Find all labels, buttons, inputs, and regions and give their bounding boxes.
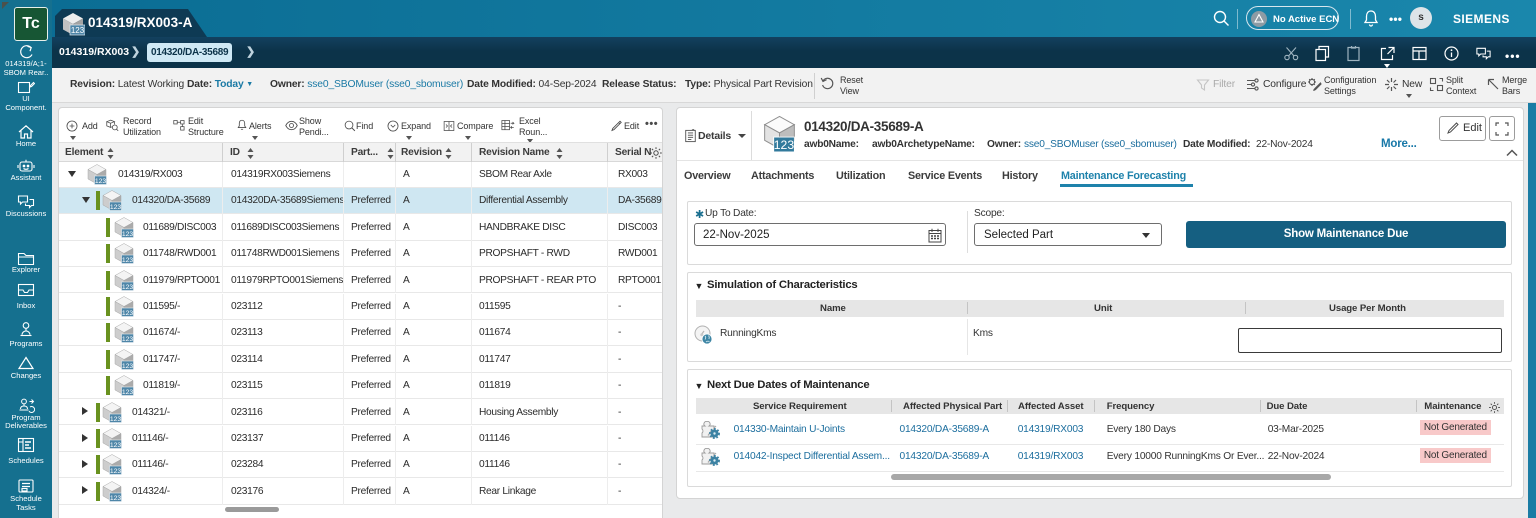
svg-text:123: 123 bbox=[774, 138, 795, 152]
svg-text:123: 123 bbox=[71, 26, 85, 35]
